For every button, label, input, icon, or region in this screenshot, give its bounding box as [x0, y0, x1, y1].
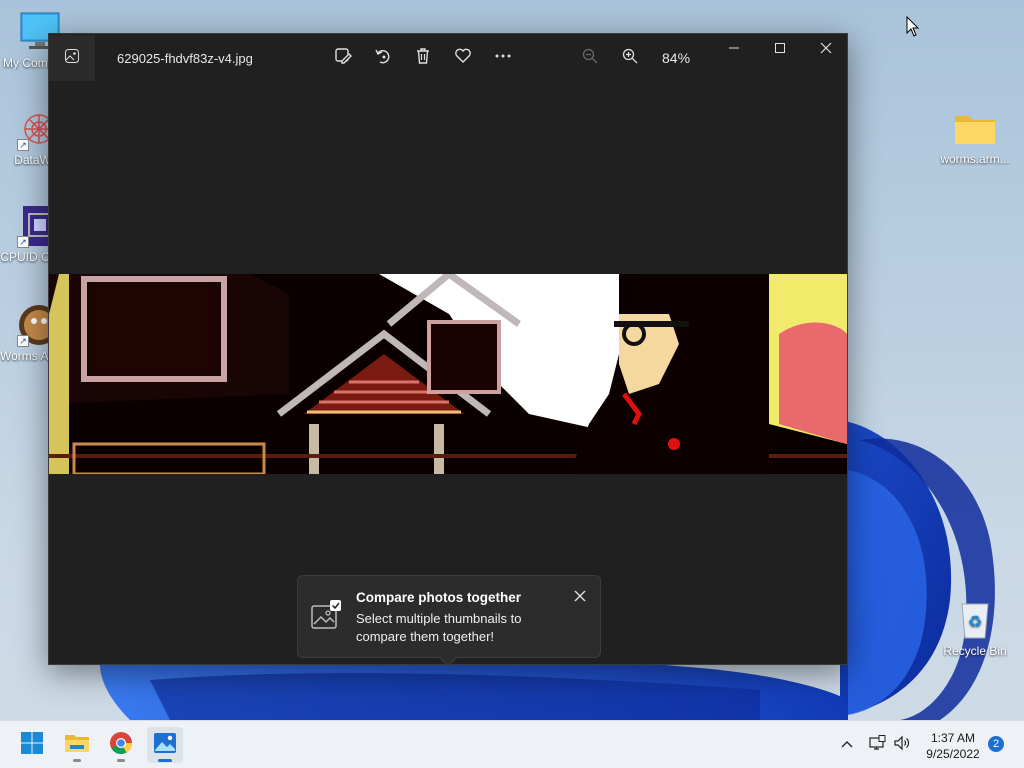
zoom-level[interactable]: 84%	[662, 50, 690, 66]
network-button[interactable]	[868, 721, 886, 768]
clock-date: 9/25/2022	[926, 747, 980, 761]
taskbar-chrome[interactable]	[103, 727, 139, 763]
favorite-button[interactable]	[449, 44, 477, 72]
folder-icon	[953, 106, 997, 150]
close-button[interactable]	[803, 34, 849, 66]
desktop-icon-label: worms.arm...	[940, 152, 1010, 166]
tip-title: Compare photos together	[356, 590, 522, 605]
zoom-out-icon	[582, 48, 598, 69]
taskbar-photos[interactable]	[147, 727, 183, 763]
favorite-icon	[454, 47, 472, 70]
mouse-cursor-icon	[906, 15, 920, 43]
network-icon	[868, 734, 886, 756]
desktop-icon-worms-folder[interactable]: worms.arm...	[936, 106, 1014, 166]
photos-window[interactable]: 629025-fhdvf83z-v4.jpg 84% Compare photo…	[48, 33, 849, 667]
minimize-icon	[728, 41, 740, 59]
rotate-button[interactable]	[369, 44, 397, 72]
close-icon	[572, 590, 588, 608]
shortcut-arrow-icon: ↗	[17, 236, 29, 248]
notification-badge[interactable]: 2	[988, 736, 1004, 752]
displayed-photo[interactable]	[49, 274, 847, 474]
photo-toolbar	[329, 44, 517, 72]
chrome-icon	[109, 731, 133, 760]
more-options-button[interactable]	[489, 44, 517, 72]
file-explorer-icon	[64, 731, 90, 760]
rotate-icon	[374, 47, 392, 70]
chevron-up-icon	[840, 736, 854, 754]
close-icon	[820, 41, 832, 59]
minimize-button[interactable]	[711, 34, 757, 66]
shortcut-arrow-icon: ↗	[17, 335, 29, 347]
zoom-controls: 84%	[576, 44, 690, 72]
edit-image-button[interactable]	[329, 44, 357, 72]
image-gallery-icon	[64, 48, 80, 69]
compare-photos-icon	[310, 600, 342, 637]
file-name: 629025-fhdvf83z-v4.jpg	[117, 50, 253, 66]
maximize-button[interactable]	[757, 34, 803, 66]
more-icon	[494, 47, 512, 70]
volume-icon	[893, 735, 911, 756]
show-hidden-icons-button[interactable]	[840, 721, 854, 768]
photos-app-icon	[153, 731, 177, 760]
clock[interactable]: 1:37 AM 9/25/2022	[918, 730, 988, 762]
taskbar: 1:37 AM 9/25/2022	[0, 720, 1024, 768]
tip-pointer	[439, 649, 457, 667]
shortcut-arrow-icon: ↗	[17, 139, 29, 151]
compare-photos-tip: Compare photos together Select multiple …	[297, 575, 601, 667]
svg-text:♻: ♻	[968, 614, 982, 631]
start-icon	[20, 731, 44, 760]
delete-button[interactable]	[409, 44, 437, 72]
filmstrip-button[interactable]	[49, 35, 95, 81]
running-indicator	[117, 759, 125, 762]
running-indicator	[73, 759, 81, 762]
delete-icon	[414, 47, 432, 70]
tip-body: Select multiple thumbnails to compare th…	[356, 611, 522, 644]
taskbar-file-explorer[interactable]	[59, 727, 95, 763]
recycle-bin-icon: ♻	[953, 598, 997, 642]
zoom-in-icon	[622, 48, 638, 69]
clock-time: 1:37 AM	[930, 731, 976, 745]
zoom-out-button[interactable]	[576, 44, 604, 72]
desktop-icon-label: Recycle Bin	[943, 644, 1007, 658]
edit-image-icon	[334, 47, 352, 70]
maximize-icon	[774, 41, 786, 59]
tip-close-button[interactable]	[572, 588, 588, 604]
zoom-in-button[interactable]	[616, 44, 644, 72]
running-indicator	[158, 759, 172, 762]
desktop-icon-recycle-bin[interactable]: ♻ Recycle Bin	[936, 598, 1014, 658]
start-button[interactable]	[14, 727, 50, 763]
volume-button[interactable]	[893, 721, 911, 768]
